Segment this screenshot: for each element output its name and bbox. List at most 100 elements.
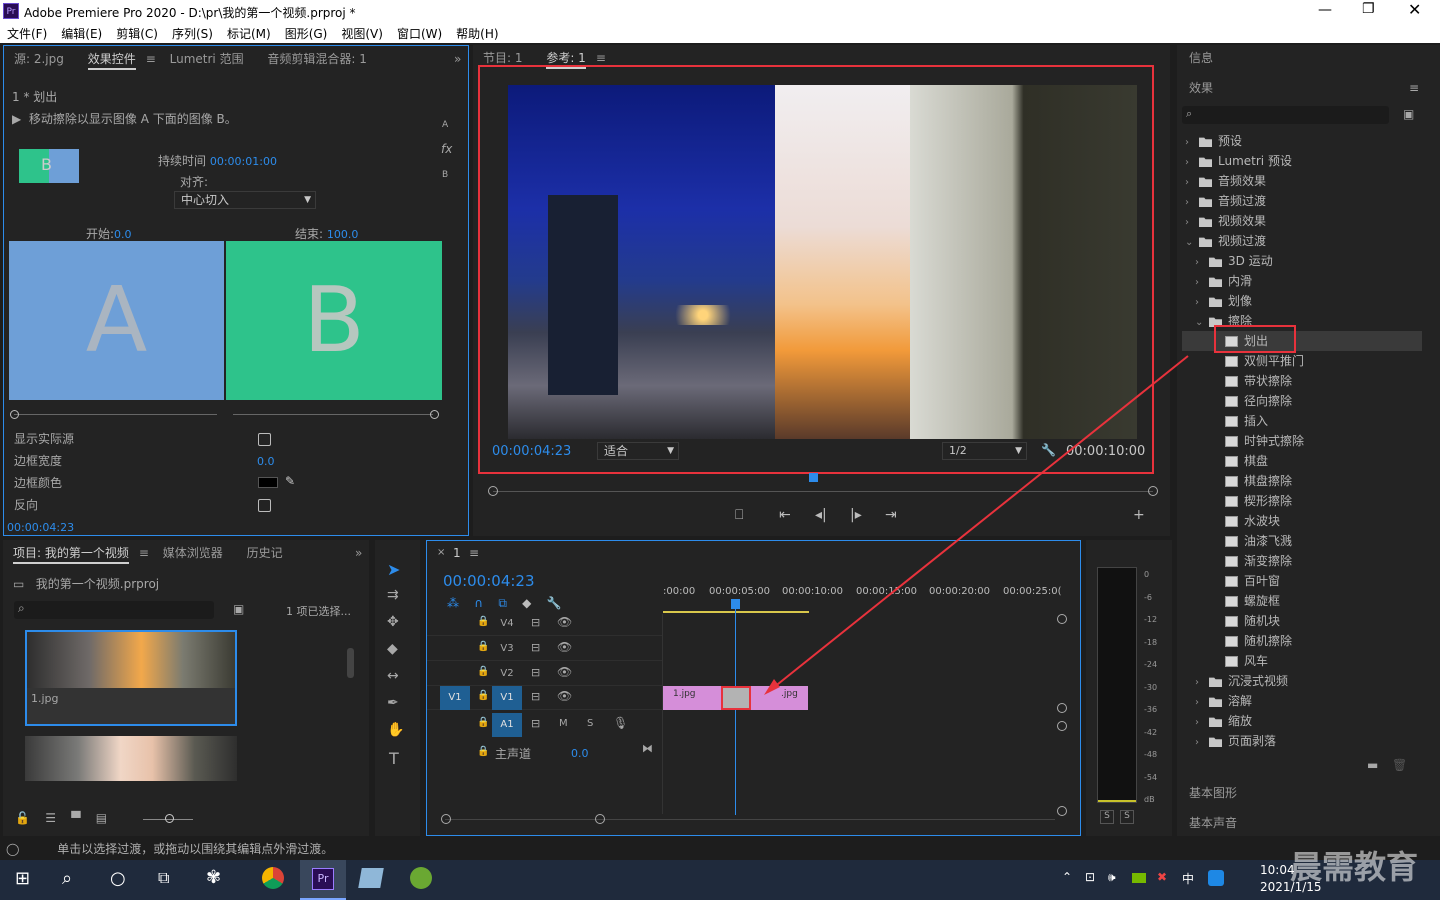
effect-folder[interactable]: › 预设	[1185, 131, 1242, 151]
track-select-icon[interactable]: ⇉	[387, 587, 399, 603]
basic-sound-tab[interactable]: 基本声音	[1189, 810, 1237, 836]
track-lock-icon[interactable]: 🔒	[477, 717, 489, 728]
transition-item[interactable]: 时钟式擦除	[1225, 431, 1304, 451]
scrubber-start-handle[interactable]	[488, 486, 498, 496]
transition-item[interactable]: 棋盘	[1225, 451, 1268, 471]
watermelon-app-icon[interactable]	[410, 867, 432, 889]
reverse-checkbox[interactable]	[258, 499, 271, 512]
start-slider[interactable]	[14, 414, 217, 415]
project-item-1[interactable]: 1.jpg	[25, 630, 237, 726]
timeline-hscroll[interactable]	[445, 819, 1055, 820]
new-preset-icon[interactable]: ▣	[1403, 107, 1414, 121]
effect-folder[interactable]: › Lumetri 预设	[1185, 151, 1292, 171]
menu-edit[interactable]: 编辑(E)	[54, 23, 109, 42]
timeline-close-icon[interactable]: ×	[437, 547, 445, 558]
minimize-icon[interactable]: —	[1318, 2, 1332, 18]
tab-project[interactable]: 项目: 我的第一个视频	[13, 544, 129, 564]
transition-item[interactable]: 插入	[1225, 411, 1268, 431]
effect-subfolder[interactable]: › 沉浸式视频	[1195, 671, 1288, 691]
pen-icon[interactable]: ✒	[387, 695, 399, 711]
panel-menu-icon[interactable]: ≡	[139, 546, 149, 560]
transition-item[interactable]: 风车	[1225, 651, 1268, 671]
tab-audio-clip-mixer[interactable]: 音频剪辑混合器: 1	[267, 46, 367, 72]
volume-icon[interactable]: 🕪	[1108, 870, 1116, 885]
menu-sequence[interactable]: 序列(S)	[165, 23, 220, 42]
solo-button[interactable]: S	[587, 718, 593, 729]
transition-item[interactable]: 随机擦除	[1225, 631, 1292, 651]
end-value[interactable]: 100.0	[327, 228, 359, 241]
camera-icon[interactable]: ▣	[233, 602, 244, 616]
effect-controls-timecode[interactable]: 00:00:04:23	[7, 521, 74, 534]
linked-selection-icon[interactable]: ⧉	[498, 596, 507, 610]
project-search-input[interactable]: ⌕	[14, 601, 214, 619]
cortana-icon[interactable]: ○	[110, 868, 126, 889]
effect-subfolder[interactable]: › 缩放	[1195, 711, 1252, 731]
close-icon[interactable]: ✕	[1408, 0, 1421, 19]
hand-icon[interactable]: ✋	[387, 722, 404, 738]
end-slider-handle[interactable]	[430, 410, 439, 419]
source-patch-v1[interactable]: V1	[440, 686, 470, 710]
transition-item[interactable]: 水波块	[1225, 511, 1280, 531]
search-icon[interactable]: ⌕	[62, 868, 72, 889]
slip-icon[interactable]: ↔	[387, 668, 399, 684]
eye-icon[interactable]: 👁	[557, 665, 572, 679]
panel-menu-icon[interactable]: ≡	[146, 52, 156, 66]
ime-indicator[interactable]: 中	[1182, 870, 1194, 887]
transition-item[interactable]: 渐变擦除	[1225, 551, 1292, 571]
solo-left-button[interactable]: S	[1100, 810, 1114, 824]
pinwheel-app-icon[interactable]: ✾	[206, 867, 221, 888]
qq-icon[interactable]	[1208, 870, 1224, 886]
transition-item[interactable]: 棋盘擦除	[1225, 471, 1292, 491]
vscroll-handle[interactable]	[1057, 703, 1067, 713]
track-name[interactable]: V2	[492, 662, 522, 686]
effects-search-input[interactable]: ⌕	[1182, 106, 1389, 124]
chrome-icon[interactable]	[262, 867, 284, 889]
menu-window[interactable]: 窗口(W)	[390, 23, 449, 42]
eye-icon[interactable]: 👁	[557, 615, 572, 629]
transition-item[interactable]: 螺旋框	[1225, 591, 1280, 611]
master-lock-icon[interactable]: 🔒	[477, 746, 489, 757]
sync-lock-icon[interactable]: ⊟	[531, 641, 540, 654]
border-width-value[interactable]: 0.0	[257, 455, 275, 468]
master-value[interactable]: 0.0	[571, 747, 589, 760]
panel-menu-icon[interactable]: ≡	[596, 51, 606, 65]
list-view-icon[interactable]: ☰	[45, 811, 56, 825]
effect-subfolder[interactable]: › 划像	[1195, 291, 1252, 311]
clip-1[interactable]: 1.jpg	[663, 686, 721, 710]
transition-item[interactable]: 油漆飞溅	[1225, 531, 1292, 551]
zoom-slider-handle[interactable]	[165, 814, 174, 823]
master-nav-icon[interactable]: ⧓	[642, 742, 653, 755]
vscroll-handle[interactable]	[1057, 721, 1067, 731]
effect-subfolder[interactable]: › 页面剥落	[1195, 731, 1276, 751]
track-name[interactable]: A1	[492, 713, 522, 737]
sync-lock-icon[interactable]: ⊟	[531, 690, 540, 703]
settings-wrench-icon[interactable]: 🔧	[547, 596, 562, 610]
tab-history[interactable]: 历史记	[247, 540, 283, 566]
project-item-2[interactable]	[25, 736, 237, 781]
sync-lock-icon[interactable]: ⊟	[531, 616, 540, 629]
end-slider[interactable]	[233, 414, 433, 415]
transition-item[interactable]: 双侧平推门	[1225, 351, 1304, 371]
sync-lock-icon[interactable]: ⊟	[531, 717, 540, 730]
transition-item[interactable]: 径向擦除	[1225, 391, 1292, 411]
effect-subfolder[interactable]: › 3D 运动	[1195, 251, 1273, 271]
notes-app-icon[interactable]	[358, 868, 384, 888]
tab-lumetri-scopes[interactable]: Lumetri 范围	[170, 46, 244, 72]
track-lock-icon[interactable]: 🔒	[477, 616, 489, 627]
track-name[interactable]: V4	[492, 612, 522, 636]
hscroll-left-handle[interactable]	[441, 814, 451, 824]
ripple-edit-icon[interactable]: ✥	[387, 614, 399, 630]
effect-folder[interactable]: › 视频效果	[1185, 211, 1266, 231]
snap-icon[interactable]: ∩	[474, 596, 483, 610]
panel-menu-icon[interactable]: ≡	[469, 546, 479, 560]
selection-tool-icon[interactable]: ➤	[387, 560, 400, 579]
project-scrollbar[interactable]	[347, 648, 354, 678]
more-tabs-icon[interactable]: »	[454, 46, 461, 72]
start-value[interactable]: 0.0	[114, 228, 132, 241]
eye-icon[interactable]: 👁	[557, 689, 572, 703]
sync-lock-icon[interactable]: ⊟	[531, 666, 540, 679]
effects-title[interactable]: 效果	[1189, 75, 1213, 101]
timeline-tab[interactable]: 1	[453, 546, 461, 560]
track-lock-icon[interactable]: 🔒	[477, 666, 489, 677]
menu-clip[interactable]: 剪辑(C)	[109, 23, 165, 42]
